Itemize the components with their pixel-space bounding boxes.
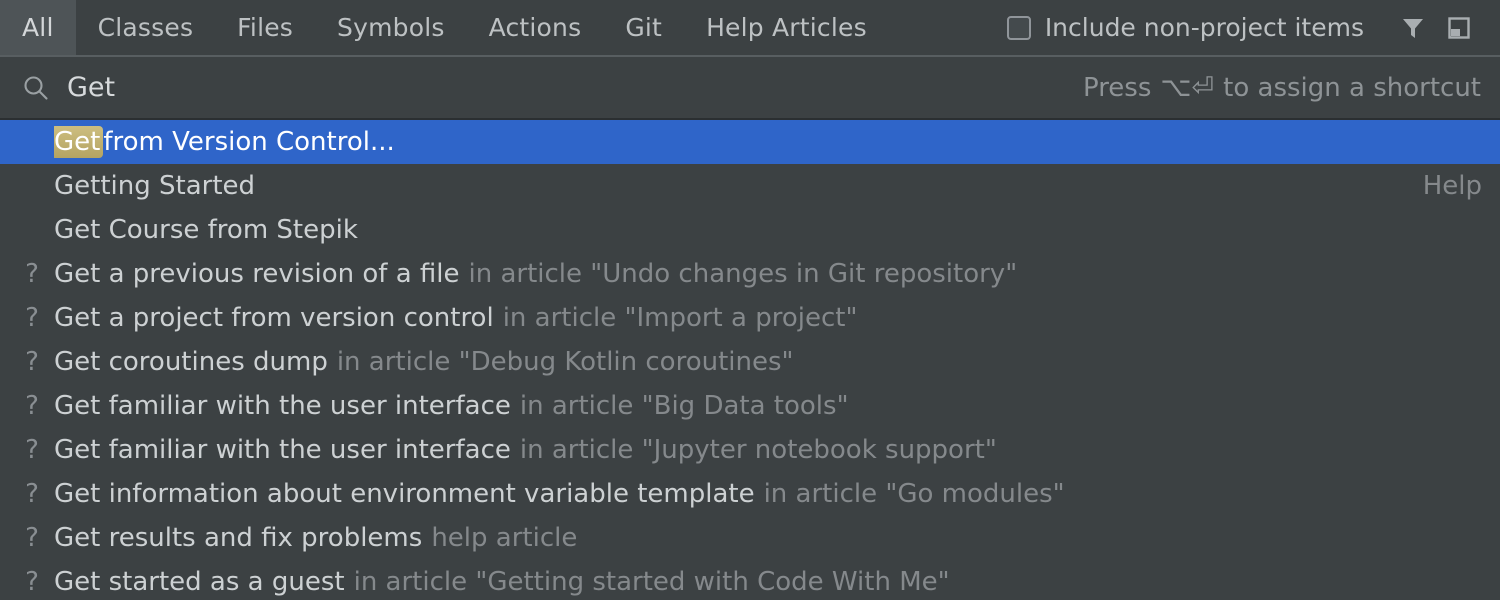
tab-symbols[interactable]: Symbols	[315, 0, 467, 55]
result-text: Get familiar with the user interface in a…	[54, 391, 849, 421]
checkbox-box[interactable]	[1007, 16, 1031, 40]
help-article-question-icon: ?	[18, 391, 46, 421]
result-title: Get information about environment variab…	[54, 479, 755, 509]
result-title: Get started as a guest	[54, 567, 345, 597]
result-row[interactable]: Get Course from Stepik	[0, 208, 1500, 252]
result-row[interactable]: Get from Version Control...	[0, 120, 1500, 164]
search-everywhere-popup: AllClassesFilesSymbolsActionsGitHelp Art…	[0, 0, 1500, 600]
include-non-project-items-label: Include non-project items	[1045, 13, 1364, 42]
result-title: Get Course from Stepik	[54, 215, 358, 245]
result-text: Get results and fix problems help article	[54, 523, 577, 553]
result-subtitle: in article "Import a project"	[503, 303, 858, 333]
tab-actions[interactable]: Actions	[467, 0, 604, 55]
preview-panel-icon[interactable]	[1436, 5, 1482, 51]
result-title: Get results and fix problems	[54, 523, 422, 553]
result-subtitle: in article "Undo changes in Git reposito…	[469, 259, 1018, 289]
result-title: from Version Control...	[103, 127, 394, 157]
result-text: Getting Started	[54, 171, 255, 201]
shortcut-hint-keys: ⌥⏎	[1160, 72, 1214, 103]
result-text: Get a project from version control in art…	[54, 303, 857, 333]
result-text: Get a previous revision of a file in arti…	[54, 259, 1017, 289]
tab-classes[interactable]: Classes	[76, 0, 216, 55]
shortcut-hint-prefix: Press	[1083, 73, 1151, 103]
tab-git[interactable]: Git	[603, 0, 684, 55]
filter-funnel-icon[interactable]	[1390, 5, 1436, 51]
result-row[interactable]: ? Get a previous revision of a file in art…	[0, 252, 1500, 296]
search-bar[interactable]: Get Press ⌥⏎ to assign a shortcut	[0, 57, 1500, 120]
tab-list: AllClassesFilesSymbolsActionsGitHelp Art…	[0, 0, 889, 55]
result-title: Get a project from version control	[54, 303, 494, 333]
result-subtitle: in article "Getting started with Code Wi…	[354, 567, 950, 597]
result-text: Get started as a guest in article "Gettin…	[54, 567, 950, 597]
search-input[interactable]: Get	[67, 72, 115, 103]
result-row[interactable]: ? Get familiar with the user interface in …	[0, 428, 1500, 472]
result-text: Get information about environment variab…	[54, 479, 1065, 509]
result-title: Get familiar with the user interface	[54, 435, 511, 465]
help-article-question-icon: ?	[18, 303, 46, 333]
result-row[interactable]: Getting Started Help	[0, 164, 1500, 208]
result-row[interactable]: ? Get familiar with the user interface in …	[0, 384, 1500, 428]
help-article-question-icon: ?	[18, 567, 46, 597]
result-group-label: Help	[1403, 171, 1482, 201]
result-text: Get coroutines dump in article "Debug Kot…	[54, 347, 794, 377]
result-match-highlight: Get	[54, 126, 103, 158]
result-subtitle: in article "Debug Kotlin coroutines"	[337, 347, 794, 377]
result-row[interactable]: ? Get information about environment varia…	[0, 472, 1500, 516]
help-article-question-icon: ?	[18, 435, 46, 465]
tab-help-articles[interactable]: Help Articles	[684, 0, 889, 55]
shortcut-hint-suffix: to assign a shortcut	[1223, 73, 1481, 103]
result-subtitle: help article	[431, 523, 577, 553]
help-article-question-icon: ?	[18, 479, 46, 509]
result-text: Get from Version Control...	[54, 126, 395, 158]
result-row[interactable]: ? Get results and fix problems help articl…	[0, 516, 1500, 560]
result-text: Get familiar with the user interface in a…	[54, 435, 997, 465]
result-subtitle: in article "Go modules"	[764, 479, 1065, 509]
search-icon	[19, 71, 53, 105]
result-text: Get Course from Stepik	[54, 215, 358, 245]
result-title: Get a previous revision of a file	[54, 259, 460, 289]
result-title: Getting Started	[54, 171, 255, 201]
result-row[interactable]: ? Get a project from version control in ar…	[0, 296, 1500, 340]
tab-files[interactable]: Files	[215, 0, 315, 55]
include-non-project-items-checkbox[interactable]: Include non-project items	[1007, 13, 1364, 42]
help-article-question-icon: ?	[18, 347, 46, 377]
result-subtitle: in article "Jupyter notebook support"	[520, 435, 997, 465]
result-subtitle: in article "Big Data tools"	[520, 391, 849, 421]
results-list[interactable]: Get from Version Control... Getting Start…	[0, 120, 1500, 600]
tab-all[interactable]: All	[0, 0, 76, 55]
result-row[interactable]: ? Get coroutines dump in article "Debug Ko…	[0, 340, 1500, 384]
result-row[interactable]: ? Get started as a guest in article "Getti…	[0, 560, 1500, 600]
result-title: Get coroutines dump	[54, 347, 328, 377]
help-article-question-icon: ?	[18, 259, 46, 289]
header-tab-bar: AllClassesFilesSymbolsActionsGitHelp Art…	[0, 0, 1500, 57]
result-title: Get familiar with the user interface	[54, 391, 511, 421]
help-article-question-icon: ?	[18, 523, 46, 553]
shortcut-hint: Press ⌥⏎ to assign a shortcut	[1083, 72, 1481, 103]
header-controls: Include non-project items	[1007, 0, 1500, 55]
